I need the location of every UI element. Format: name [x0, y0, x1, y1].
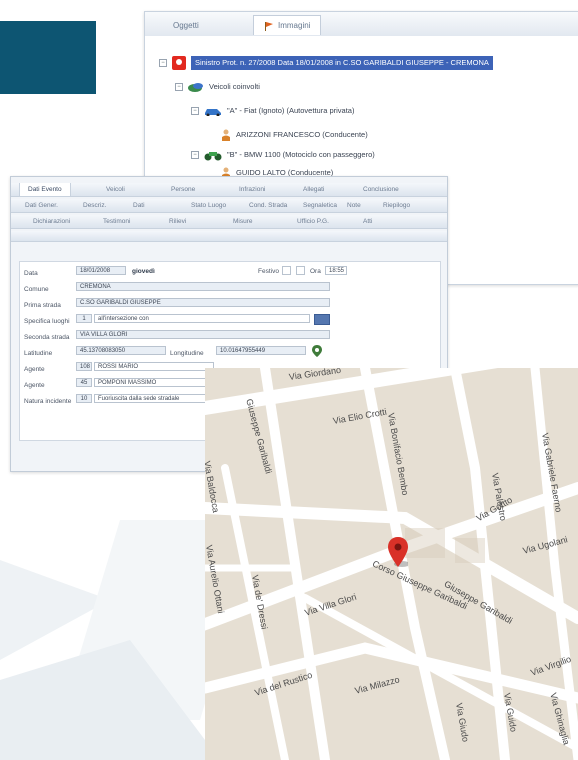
menu-dati-gener[interactable]: Dati Gener. — [25, 199, 58, 212]
input-agente-2[interactable]: POMPONI MASSIMO — [94, 378, 214, 387]
menu-dati-evento[interactable]: Dati Evento — [19, 183, 71, 196]
label-seconda-strada: Seconda strada — [24, 334, 70, 341]
menu-row-2: Dati Gener. Descriz. Dati Stato Luogo Co… — [11, 199, 447, 213]
menu-persone[interactable]: Persone — [171, 183, 195, 196]
menu-dati[interactable]: Dati — [133, 199, 145, 212]
person-icon — [222, 129, 230, 141]
menu-conclusione[interactable]: Conclusione — [363, 183, 399, 196]
label-latitudine: Latitudine — [24, 350, 53, 357]
label-agente-2: Agente — [24, 382, 45, 389]
label-data: Data — [24, 270, 38, 277]
tree-item[interactable]: − "A" - Fiat (Ignoto) (Autovettura priva… — [191, 104, 354, 118]
tree-group[interactable]: − Veicoli coinvolti — [175, 80, 260, 94]
input-latitudine[interactable]: 45.13708083050 — [76, 346, 166, 355]
vehicles-icon — [188, 83, 203, 92]
weekday-text: giovedì — [132, 268, 155, 275]
location-pin-icon[interactable] — [388, 537, 408, 567]
menu-stato-luogo[interactable]: Stato Luogo — [191, 199, 226, 212]
menu-note[interactable]: Note — [347, 199, 361, 212]
tree-tabs: Oggetti Immagini — [145, 12, 578, 37]
menu-riepilogo[interactable]: Riepilogo — [383, 199, 410, 212]
menu-descriz[interactable]: Descriz. — [83, 199, 106, 212]
menu-ufficio[interactable]: Ufficio P.G. — [297, 215, 329, 228]
label-festivo: Festivo — [258, 268, 279, 275]
menu-allegati[interactable]: Allegati — [303, 183, 324, 196]
tree-root[interactable]: − Sinistro Prot. n. 27/2008 Data 18/01/2… — [159, 56, 493, 70]
select-natura[interactable]: Fuoriuscita dalla sede stradale — [94, 394, 214, 403]
input-longitudine[interactable]: 10.01647955449 — [216, 346, 306, 355]
menu-infrazioni[interactable]: Infrazioni — [239, 183, 265, 196]
menu-testimoni[interactable]: Testimoni — [103, 215, 130, 228]
select-specifica[interactable]: all'intersezione con — [94, 314, 310, 323]
menu-dichiarazioni[interactable]: Dichiarazioni — [33, 215, 70, 228]
input-data[interactable]: 18/01/2008 — [76, 266, 126, 275]
label-specifica: Specifica luoghi — [24, 318, 70, 325]
label-natura: Natura incidente — [24, 398, 72, 405]
label-agente-1: Agente — [24, 366, 45, 373]
motorcycle-icon — [204, 152, 222, 161]
menu-atti[interactable]: Atti — [363, 215, 372, 228]
input-agente-2-code[interactable]: 45 — [76, 378, 92, 387]
label-longitudine: Longitudine — [170, 350, 204, 357]
menu-misure[interactable]: Misure — [233, 215, 253, 228]
tree-item[interactable]: − "B" - BMW 1100 (Motociclo con passegge… — [191, 148, 375, 162]
menu-row-3: Dichiarazioni Testimoni Rilievi Misure U… — [11, 215, 447, 229]
dropdown-button[interactable] — [314, 314, 330, 325]
checkbox-festivo-si[interactable] — [282, 266, 291, 275]
input-prima-strada[interactable]: C.SO GARIBALDI GIUSEPPE — [76, 298, 330, 307]
input-natura-code[interactable]: 10 — [76, 394, 92, 403]
input-seconda-strada[interactable]: VIA VILLA GLORI — [76, 330, 330, 339]
accident-icon — [172, 56, 186, 70]
collapse-toggle[interactable]: − — [159, 59, 167, 67]
menu-segnaletica[interactable]: Segnaletica — [303, 199, 337, 212]
flag-icon — [265, 21, 273, 31]
map-locate-icon[interactable] — [312, 345, 322, 357]
menu-row-1: Dati Evento Veicoli Persone Infrazioni A… — [11, 183, 447, 197]
collapse-toggle[interactable]: − — [175, 83, 183, 91]
collapse-toggle[interactable]: − — [191, 107, 199, 115]
input-agente-1-code[interactable]: 108 — [76, 362, 92, 371]
menu-veicoli[interactable]: Veicoli — [106, 183, 125, 196]
menu-rilievi[interactable]: Rilievi — [169, 215, 186, 228]
tab-immagini[interactable]: Immagini — [253, 15, 322, 35]
label-comune: Comune — [24, 286, 49, 293]
input-comune[interactable]: CREMONA — [76, 282, 330, 291]
label-ora: Ora — [310, 268, 321, 275]
menu-row-4 — [11, 231, 447, 242]
input-agente-1[interactable]: ROSSI MARIO — [94, 362, 214, 371]
label-prima-strada: Prima strada — [24, 302, 61, 309]
input-specifica-code[interactable]: 1 — [76, 314, 92, 323]
checkbox-festivo-no[interactable] — [296, 266, 305, 275]
car-icon — [205, 109, 221, 116]
accent-block-top — [0, 21, 96, 94]
input-ora[interactable]: 18:55 — [325, 266, 347, 275]
tree-item[interactable]: ARIZZONI FRANCESCO (Conducente) — [221, 128, 368, 142]
collapse-toggle[interactable]: − — [191, 151, 199, 159]
tab-oggetti[interactable]: Oggetti — [173, 16, 199, 35]
menu-cond-strada[interactable]: Cond. Strada — [249, 199, 287, 212]
